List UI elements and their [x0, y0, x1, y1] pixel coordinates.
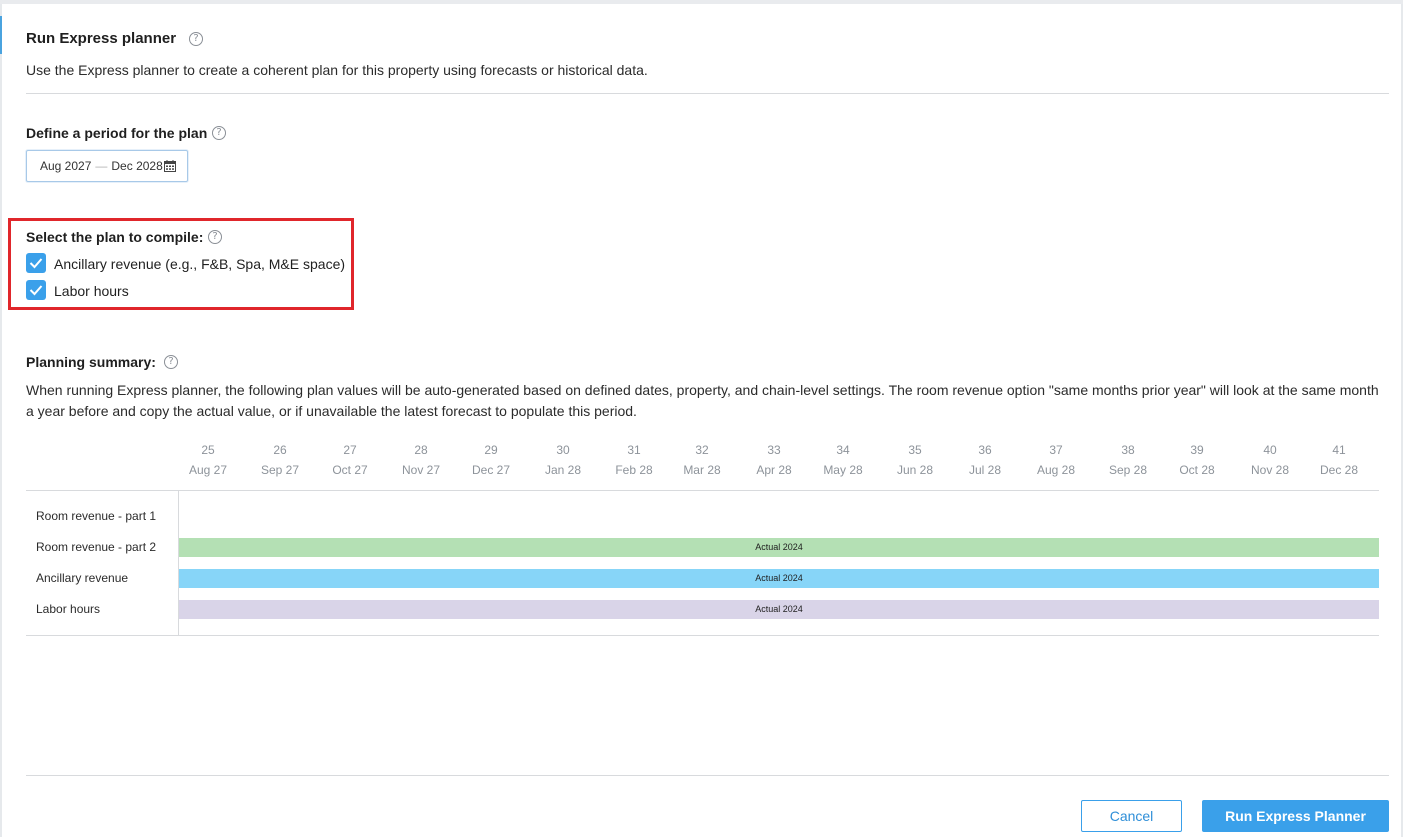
- timeline-month: 26 Sep 27: [260, 443, 300, 477]
- planning-summary-label: Planning summary:: [26, 354, 156, 370]
- active-section-indicator: [0, 16, 2, 54]
- timeline-month: 38 Sep 28: [1108, 443, 1148, 477]
- top-border: [0, 0, 1403, 4]
- calendar-icon[interactable]: [164, 160, 176, 172]
- left-border: [0, 4, 2, 837]
- labor-hours-checkbox-label[interactable]: Labor hours: [54, 283, 129, 299]
- period-label: Define a period for the plan: [26, 125, 208, 141]
- period-separator: —: [95, 159, 108, 173]
- period-help-icon[interactable]: ?: [212, 126, 226, 140]
- timeline-month: 31 Feb 28: [615, 443, 653, 477]
- timeline-month: 40 Nov 28: [1250, 443, 1290, 477]
- timeline-month: 36 Jul 28: [968, 443, 1002, 477]
- timeline-month: 35 Jun 28: [896, 443, 934, 477]
- timeline-month: 27 Oct 27: [332, 443, 368, 477]
- checkmark-icon: [29, 285, 43, 296]
- run-express-planner-button[interactable]: Run Express Planner: [1202, 800, 1389, 832]
- checkmark-icon: [29, 258, 43, 269]
- page-title: Run Express planner: [26, 30, 177, 47]
- timeline-bar-labor-hours: Actual 2024: [179, 600, 1379, 619]
- planning-summary-description: When running Express planner, the follow…: [26, 382, 1379, 419]
- timeline-row-label: Room revenue - part 1: [36, 509, 157, 523]
- timeline-month: 32 Mar 28: [683, 443, 721, 477]
- compile-label: Select the plan to compile:: [26, 229, 204, 245]
- ancillary-revenue-checkbox[interactable]: [26, 253, 46, 273]
- planning-timeline: 25 Aug 27 26 Sep 27 27 Oct 27 28 Nov 27 29 De…: [26, 440, 1379, 636]
- help-icon[interactable]: ?: [189, 32, 203, 46]
- timeline-month: 25 Aug 27: [188, 443, 228, 477]
- labor-hours-checkbox[interactable]: [26, 280, 46, 300]
- timeline-month: 41 Dec 28: [1319, 443, 1359, 477]
- timeline-month: 28 Nov 27: [401, 443, 441, 477]
- footer-divider: [26, 775, 1389, 776]
- timeline-bar-ancillary-revenue: Actual 2024: [179, 569, 1379, 588]
- period-end: Dec 2028: [111, 159, 163, 173]
- timeline-month: 39 Oct 28: [1179, 443, 1215, 477]
- timeline-top-border: [26, 490, 1379, 491]
- header-divider: [26, 93, 1389, 94]
- timeline-month: 30 Jan 28: [544, 443, 582, 477]
- summary-help-icon[interactable]: ?: [164, 355, 178, 369]
- timeline-month: 33 Apr 28: [756, 443, 792, 477]
- timeline-row-label: Room revenue - part 2: [36, 540, 157, 554]
- page-intro: Use the Express planner to create a cohe…: [26, 62, 648, 78]
- period-start: Aug 2027: [40, 159, 92, 173]
- timeline-month: 37 Aug 28: [1036, 443, 1076, 477]
- timeline-row-label: Labor hours: [36, 602, 101, 616]
- timeline-row-label: Ancillary revenue: [36, 571, 129, 585]
- timeline-month: 29 Dec 27: [471, 443, 511, 477]
- cancel-button[interactable]: Cancel: [1081, 800, 1182, 832]
- period-date-range-picker[interactable]: Aug 2027— Dec 2028: [26, 150, 188, 182]
- ancillary-revenue-checkbox-label[interactable]: Ancillary revenue (e.g., F&B, Spa, M&E s…: [54, 256, 345, 272]
- timeline-bottom-border: [26, 635, 1379, 636]
- compile-help-icon[interactable]: ?: [208, 230, 222, 244]
- timeline-month: 34 May 28: [823, 443, 863, 477]
- timeline-bar-room-revenue-part-2: Actual 2024: [179, 538, 1379, 557]
